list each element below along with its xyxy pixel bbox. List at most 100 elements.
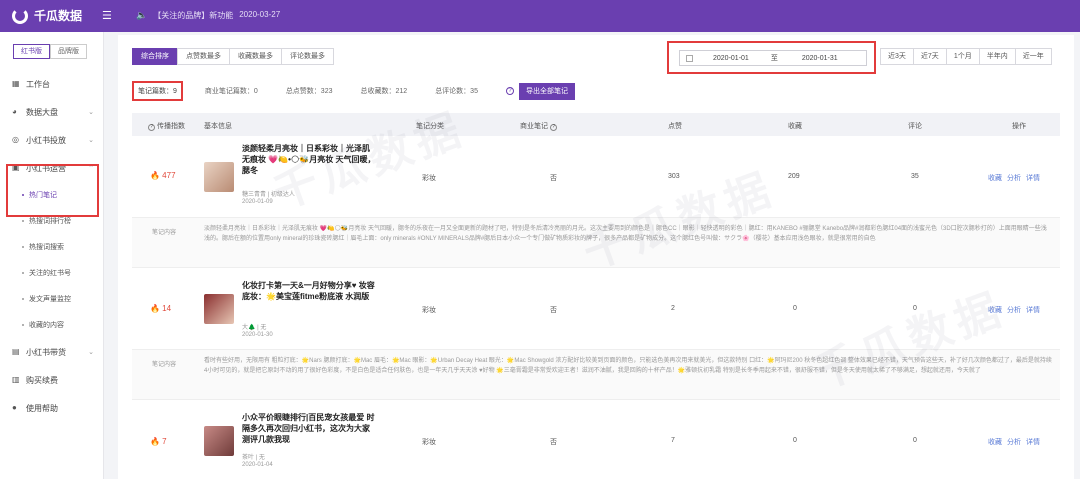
range-7-days[interactable]: 近7天 <box>912 48 947 65</box>
spread-index: 🔥 7 <box>150 437 167 446</box>
notice-date: 2020-03-27 <box>239 10 281 19</box>
chevron-down-icon: ⌄ <box>88 137 94 144</box>
note-author[interactable]: 糖三青青 | 初级达人 <box>242 189 295 198</box>
range-half-year[interactable]: 半年内 <box>978 48 1016 65</box>
header-comments[interactable]: 评论 <box>908 121 922 131</box>
top-bar: 千瓜数据 ☰ 🔈 【关注的品牌】新功能 2020-03-27 <box>0 0 1080 32</box>
notice-bar[interactable]: 🔈 【关注的品牌】新功能 2020-03-27 <box>136 10 280 21</box>
sidebar-subitem-label: 关注的红书号 <box>29 270 71 277</box>
note-title[interactable]: 小众平价眼睫排行|百民宠女孩最爱 时隔多久再次回归小红书，这次为大家测评几款我现 <box>242 412 377 445</box>
tab-overall[interactable]: 综合排序 <box>132 48 178 65</box>
detail-link[interactable]: 详情 <box>1026 173 1040 183</box>
sidebar-subitem-followed[interactable]: 关注的红书号 <box>0 260 104 286</box>
favorite-link[interactable]: 收藏 <box>988 305 1002 315</box>
grid-icon: ▦ <box>12 79 20 88</box>
export-button[interactable]: 导出全部笔记 <box>518 82 575 100</box>
header-spread-index[interactable]: ? 传播指数 <box>148 121 185 131</box>
analyze-link[interactable]: 分析 <box>1007 173 1021 183</box>
bullet-icon <box>22 272 24 274</box>
header-actions: 操作 <box>1012 123 1026 130</box>
stats-bar: 笔记篇数：9 商业笔记篇数：0 总点赞数：323 总收藏数：212 总评论数：3… <box>132 81 575 101</box>
date-end[interactable]: 2020-01-31 <box>802 55 838 62</box>
date-range-picker[interactable]: 2020-01-01 至 2020-01-31 <box>679 50 867 66</box>
range-1-month[interactable]: 1个月 <box>945 48 980 65</box>
note-title[interactable]: 淡颜轻柔月亮妆｜日系彩妆｜光泽肌无痕妆 💗🍋•🌕🐝月亮妆 天气回暖，腮冬 <box>242 143 377 176</box>
note-date: 2020-01-04 <box>242 462 273 468</box>
row-actions: 收藏 分析 详情 <box>988 173 1040 183</box>
help-icon: ? <box>549 124 557 131</box>
cart-icon: ▤ <box>12 347 20 356</box>
bullet-icon <box>22 298 24 300</box>
spread-index: 🔥 477 <box>150 171 176 180</box>
favorite-link[interactable]: 收藏 <box>988 437 1002 447</box>
detail-link[interactable]: 详情 <box>1026 437 1040 447</box>
range-1-year[interactable]: 近一年 <box>1014 48 1052 65</box>
sidebar-item-commerce[interactable]: ▤ 小红书带货 ⌄ <box>0 338 104 366</box>
target-icon: ◎ <box>12 135 19 144</box>
header-category: 笔记分类 <box>416 123 444 130</box>
sidebar-item-purchase[interactable]: ▥ 购买续费 <box>0 366 104 394</box>
stat-notes: 笔记篇数：9 <box>132 81 183 101</box>
sidebar-item-label: 购买续费 <box>26 375 58 385</box>
sidebar-subitem-label: 发文声量监控 <box>29 296 71 303</box>
note-comments: 0 <box>913 305 917 312</box>
switch-red-book[interactable]: 红书版 <box>13 44 50 59</box>
note-category: 彩妆 <box>422 175 436 182</box>
hamburger-icon[interactable]: ☰ <box>102 9 112 22</box>
note-thumbnail[interactable] <box>204 294 234 324</box>
switch-brand[interactable]: 品牌版 <box>50 44 87 59</box>
sidebar-item-ads[interactable]: ◎ 小红书投放 ⌄ <box>0 126 104 154</box>
note-date: 2020-01-30 <box>242 332 273 338</box>
sidebar-subitem-hot-search[interactable]: 热搜词搜索 <box>0 234 104 260</box>
bullet-icon <box>22 246 24 248</box>
header-favs[interactable]: 收藏 <box>788 121 802 131</box>
chevron-down-icon: ⌄ <box>88 349 94 356</box>
note-author[interactable]: 茶叶 | 无 <box>242 452 265 461</box>
help-icon: ● <box>12 403 17 412</box>
wallet-icon: ▥ <box>12 375 20 384</box>
note-thumbnail[interactable] <box>204 162 234 192</box>
sidebar-item-help[interactable]: ● 使用帮助 <box>0 394 104 422</box>
sidebar-item-label: 小红书带货 <box>26 347 66 357</box>
tab-most-comments[interactable]: 评论数最多 <box>281 48 334 65</box>
notice-text[interactable]: 【关注的品牌】新功能 <box>153 10 233 21</box>
note-content-row: 笔记内容 淡颜轻柔月亮妆｜日系彩妆｜光泽肌无痕妆 💗🍋🌕🐝月亮妆 天气回暖，腮冬… <box>132 218 1060 268</box>
help-icon[interactable]: ? <box>505 87 514 95</box>
date-start[interactable]: 2020-01-01 <box>713 55 749 62</box>
note-category: 彩妆 <box>422 307 436 314</box>
sidebar-item-label: 小红书投放 <box>26 135 66 145</box>
row-actions: 收藏 分析 详情 <box>988 437 1040 447</box>
pie-icon: ◕ <box>12 107 17 116</box>
sidebar-subitem-collected[interactable]: 收藏的内容 <box>0 312 104 338</box>
note-commercial: 否 <box>550 175 557 182</box>
app-logo[interactable]: 千瓜数据 <box>12 7 82 24</box>
stat-favs: 总收藏数：212 <box>360 88 408 95</box>
table-header: ? 传播指数 基本信息 笔记分类 商业笔记 ? 点赞 收藏 评论 操作 <box>132 113 1060 136</box>
tab-most-favs[interactable]: 收藏数最多 <box>229 48 282 65</box>
note-title[interactable]: 化妆打卡第一天&一月好物分享♥ 妆容 底妆：🌟美宝莲fitme粉底液 水润版 <box>242 280 377 302</box>
note-content: 看时有些好用，无限用有 粗粒打底：🌟Nars 腮颜打底：🌟Mac 眉毛：🌟Mac… <box>204 358 1052 374</box>
sidebar-item-dashboard[interactable]: ◕ 数据大盘 ⌄ <box>0 98 104 126</box>
sidebar-item-workbench[interactable]: ▦ 工作台 <box>0 70 104 98</box>
header-basic-info: 基本信息 <box>204 123 232 130</box>
note-thumbnail[interactable] <box>204 426 234 456</box>
calendar-icon <box>686 54 693 62</box>
note-author[interactable]: 大🌲 | 无 <box>242 322 266 331</box>
sidebar-subitem-volume[interactable]: 发文声量监控 <box>0 286 104 312</box>
range-3-days[interactable]: 近3天 <box>880 48 914 65</box>
header-likes[interactable]: 点赞 <box>668 121 682 131</box>
content-label: 笔记内容 <box>152 362 177 368</box>
note-comments: 35 <box>911 173 919 180</box>
spread-index: 🔥 14 <box>150 304 172 313</box>
analyze-link[interactable]: 分析 <box>1007 437 1021 447</box>
sidebar-item-label: 数据大盘 <box>26 107 58 117</box>
sort-tabs: 综合排序 点赞数最多 收藏数最多 评论数最多 <box>132 48 334 65</box>
stat-likes: 总点赞数：323 <box>285 88 333 95</box>
detail-link[interactable]: 详情 <box>1026 305 1040 315</box>
tab-most-likes[interactable]: 点赞数最多 <box>177 48 230 65</box>
bullet-icon <box>22 324 24 326</box>
quick-ranges: 近3天 近7天 1个月 半年内 近一年 <box>880 48 1052 65</box>
favorite-link[interactable]: 收藏 <box>988 173 1002 183</box>
analyze-link[interactable]: 分析 <box>1007 305 1021 315</box>
stat-comments: 总评论数：35 <box>435 88 478 95</box>
